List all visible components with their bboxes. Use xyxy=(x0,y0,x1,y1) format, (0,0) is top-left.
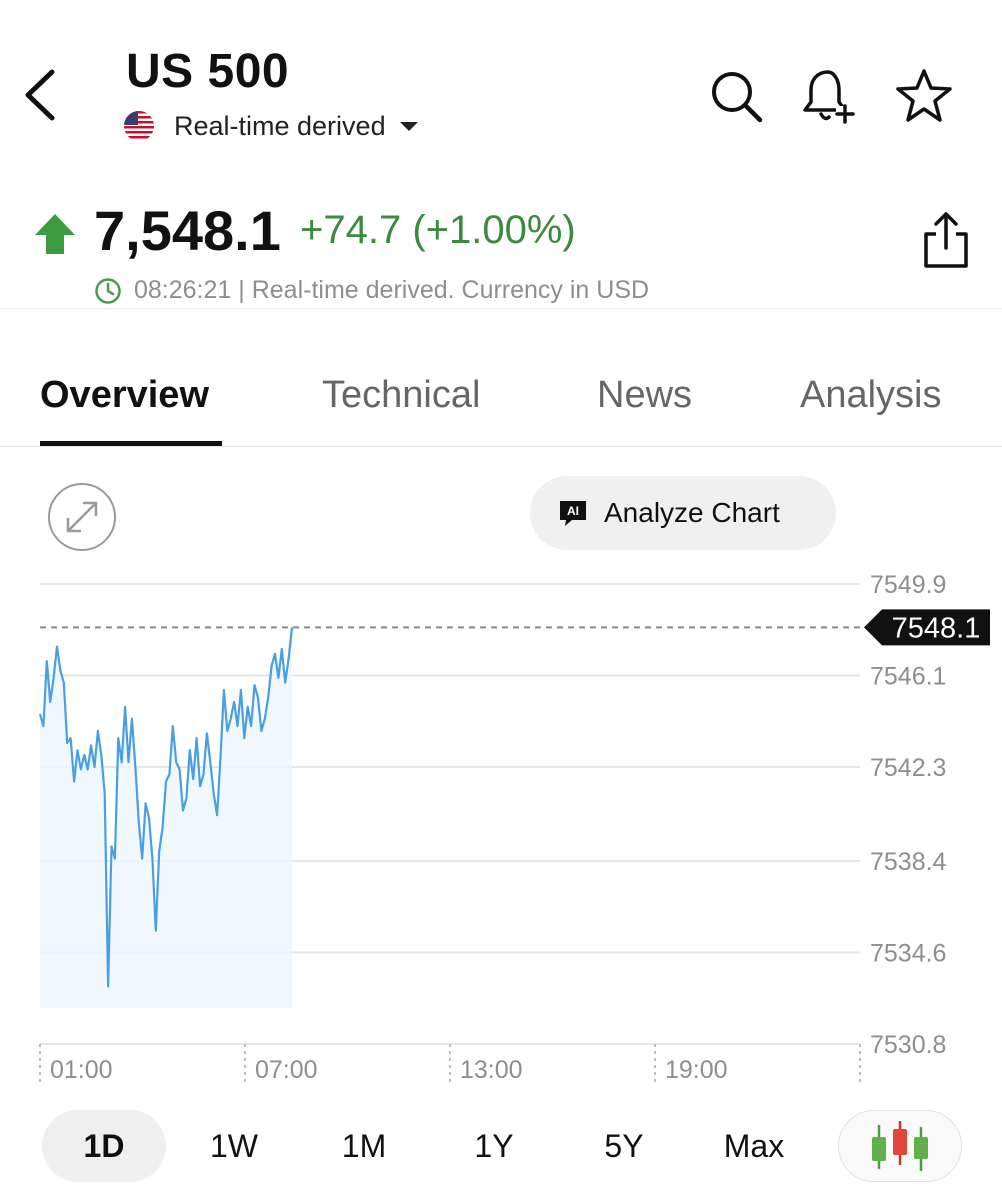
price-change: +74.7 (+1.00%) xyxy=(300,208,576,252)
current-price-label: 7548.1 xyxy=(892,612,981,644)
y-tick-label: 7546.1 xyxy=(870,663,946,691)
caret-down-icon xyxy=(399,121,418,131)
search-button[interactable] xyxy=(706,66,766,126)
us-flag-icon xyxy=(124,111,154,141)
search-icon xyxy=(712,72,763,123)
x-tick-label: 01:00 xyxy=(50,1056,113,1084)
divider xyxy=(0,308,1002,309)
tab-technical[interactable]: Technical xyxy=(322,374,480,417)
y-tick-label: 7530.8 xyxy=(870,1031,946,1059)
quote-source-text: | Real-time derived. Currency in USD xyxy=(231,276,650,304)
current-price: 7,548.1 xyxy=(94,199,281,262)
tab-news[interactable]: News xyxy=(597,374,692,417)
arrow-up-icon xyxy=(34,213,76,255)
tab-analysis[interactable]: Analysis xyxy=(800,374,942,417)
range-max[interactable]: Max xyxy=(694,1110,814,1182)
x-tick-label: 07:00 xyxy=(255,1056,318,1084)
ai-chat-icon: AI xyxy=(560,501,586,526)
range-1m[interactable]: 1M xyxy=(304,1110,424,1182)
range-1d[interactable]: 1D xyxy=(42,1110,166,1182)
star-icon xyxy=(896,69,952,122)
divider xyxy=(0,446,1002,447)
y-tick-label: 7538.4 xyxy=(870,848,947,876)
y-tick-label: 7534.6 xyxy=(870,939,946,967)
tab-overview[interactable]: Overview xyxy=(40,374,209,417)
price-chart[interactable]: 7549.9 7546.1 7542.3 7538.4 7534.6 7530.8 01:0… xyxy=(0,560,1002,1100)
range-1w[interactable]: 1W xyxy=(174,1110,294,1182)
share-button[interactable] xyxy=(918,208,974,272)
source-label: Real-time derived xyxy=(174,110,386,141)
back-button[interactable] xyxy=(14,60,70,130)
clock-icon xyxy=(95,277,121,304)
x-tick-label: 13:00 xyxy=(460,1056,523,1084)
y-tick-label: 7549.9 xyxy=(870,571,946,599)
share-icon xyxy=(924,212,968,268)
page-title: US 500 xyxy=(126,45,290,98)
x-tick-label: 19:00 xyxy=(665,1056,728,1084)
expand-icon xyxy=(66,501,98,533)
analyze-chart-label: Analyze Chart xyxy=(604,497,780,528)
candlestick-icon xyxy=(872,1121,928,1171)
range-1y[interactable]: 1Y xyxy=(434,1110,554,1182)
add-alert-button[interactable] xyxy=(798,66,858,126)
source-selector[interactable]: Real-time derived xyxy=(124,108,418,144)
quote-meta: 08:26:21 | Real-time derived. Currency i… xyxy=(94,276,649,305)
y-tick-label: 7542.3 xyxy=(870,754,946,782)
analyze-chart-button[interactable]: AI Analyze Chart xyxy=(530,476,836,550)
chevron-left-icon xyxy=(25,69,55,121)
bell-plus-icon xyxy=(803,70,855,124)
quote-time: 08:26:21 xyxy=(134,276,232,304)
chart-type-button[interactable] xyxy=(838,1110,962,1182)
expand-chart-button[interactable] xyxy=(48,483,116,551)
ai-badge-text: AI xyxy=(567,504,579,518)
watchlist-star-button[interactable] xyxy=(894,66,954,126)
range-5y[interactable]: 5Y xyxy=(564,1110,684,1182)
